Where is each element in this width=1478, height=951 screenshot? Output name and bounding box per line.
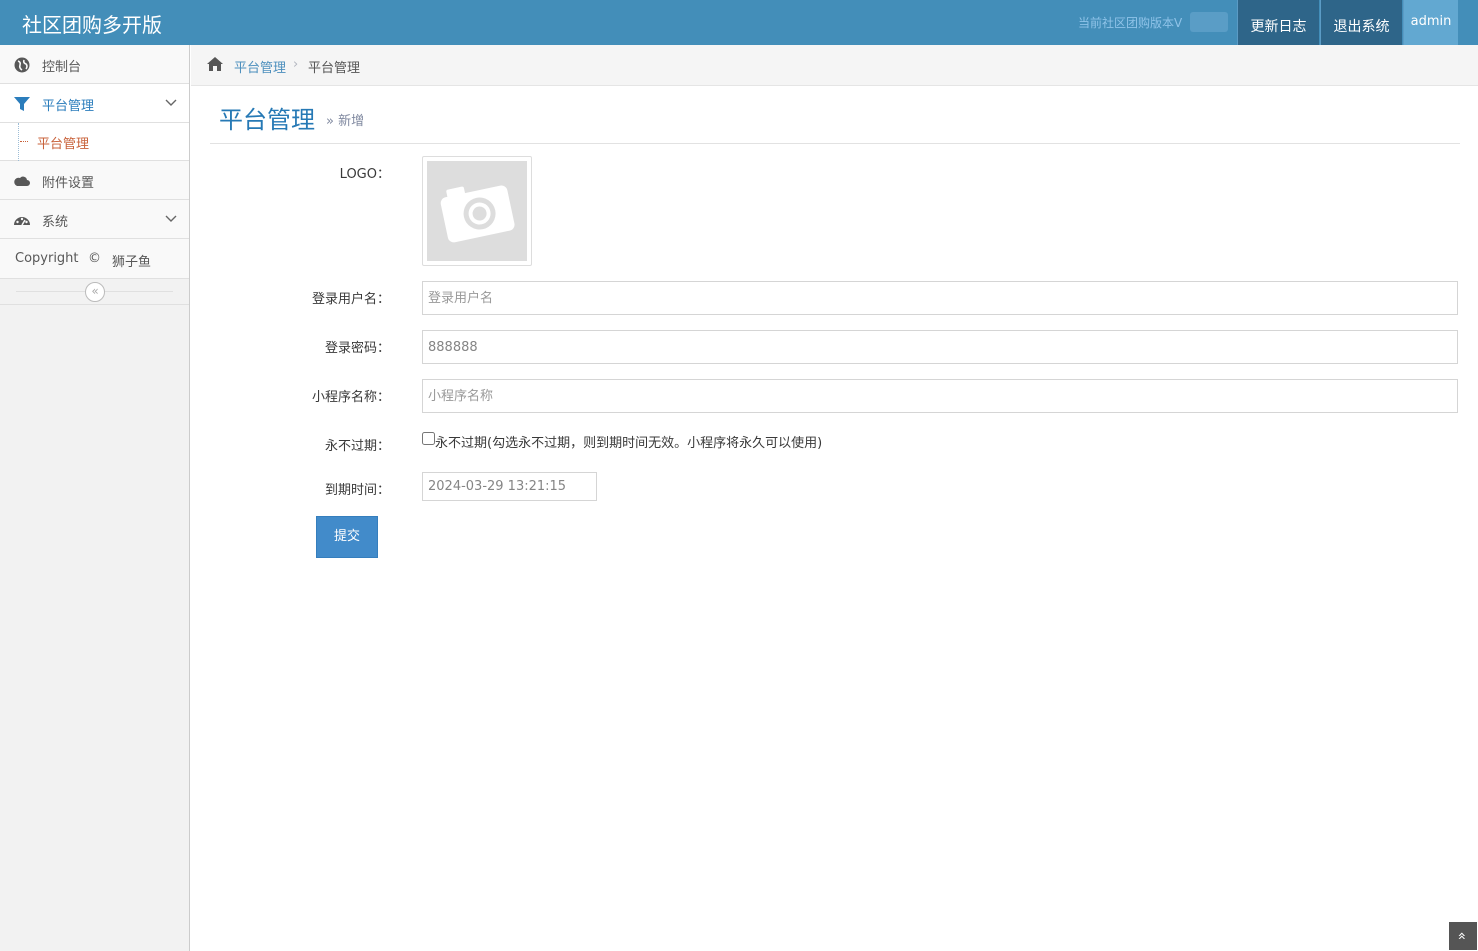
sidebar-item-system[interactable]: 系统 <box>0 200 189 239</box>
password-input[interactable] <box>422 330 1458 364</box>
never-expire-checkbox[interactable] <box>422 432 435 445</box>
sidebar-item-label: 平台管理 <box>42 99 95 114</box>
username-label: 登录用户名： <box>311 292 390 307</box>
changelog-button[interactable]: 更新日志 <box>1237 0 1319 45</box>
password-label: 登录密码： <box>324 341 390 356</box>
sidebar-item-platform[interactable]: 平台管理 <box>0 84 189 123</box>
sidebar-collapse-bar: « <box>0 279 189 305</box>
page-title: 平台管理 <box>219 106 315 134</box>
tree-line <box>18 123 19 161</box>
appname-label: 小程序名称： <box>311 390 390 405</box>
sidebar-item-console[interactable]: 控制台 <box>0 45 189 84</box>
dashboard-icon <box>14 217 30 226</box>
copyright-symbol: © <box>88 251 101 266</box>
page-subtitle: » 新增 <box>326 114 365 129</box>
expire-label: 到期时间： <box>324 483 390 498</box>
home-icon[interactable] <box>206 56 224 72</box>
username-input[interactable] <box>422 281 1458 315</box>
never-expire-label: 永不过期： <box>324 439 390 454</box>
sidebar-item-label: 控制台 <box>42 60 82 75</box>
submit-button[interactable]: 提交 <box>316 516 378 558</box>
logo-upload[interactable] <box>422 156 532 266</box>
logout-button[interactable]: 退出系统 <box>1320 0 1402 45</box>
sidebar-subitem-platform[interactable]: 平台管理 <box>0 123 189 161</box>
globe-icon <box>14 57 30 73</box>
tree-dash <box>20 141 28 142</box>
scroll-to-top-button[interactable]: » <box>1449 922 1477 950</box>
sidebar-subitem-label: 平台管理 <box>37 137 90 152</box>
breadcrumb-separator: › <box>293 57 299 72</box>
chevron-down-icon <box>165 215 177 222</box>
header-divider <box>210 143 1460 144</box>
user-menu-button[interactable]: admin <box>1403 0 1458 45</box>
never-expire-text[interactable]: 永不过期(勾选永不过期，则到期时间无效。小程序将永久可以使用) <box>435 432 822 451</box>
sidebar-item-attachment[interactable]: 附件设置 <box>0 161 189 200</box>
copyright-text: Copyright <box>15 251 79 266</box>
app-brand[interactable]: 社区团购多开版 <box>22 9 162 38</box>
breadcrumb-link[interactable]: 平台管理 <box>234 57 286 76</box>
breadcrumb-current: 平台管理 <box>308 61 361 76</box>
appname-input[interactable] <box>422 379 1458 413</box>
copyright-author: 狮子鱼 <box>112 255 152 270</box>
chevron-down-icon <box>165 99 177 106</box>
breadcrumb: 平台管理 › 平台管理 <box>191 45 1478 86</box>
filter-icon <box>14 97 30 111</box>
sidebar-item-label: 附件设置 <box>42 176 95 191</box>
logo-label: LOGO： <box>339 167 390 182</box>
version-number-blurred <box>1190 12 1228 32</box>
top-navbar: 社区团购多开版 当前社区团购版本V 更新日志 退出系统 admin <box>0 0 1478 45</box>
copyright: Copyright © 狮子鱼 <box>0 239 189 279</box>
camera-icon <box>427 161 527 261</box>
sidebar-item-label: 系统 <box>42 215 69 230</box>
sidebar: 控制台 平台管理 平台管理 附件设置 系统 Copyright © 狮子鱼 « <box>0 45 190 951</box>
cloud-icon <box>14 176 30 186</box>
collapse-sidebar-button[interactable]: « <box>85 282 105 302</box>
expire-date-input[interactable] <box>422 472 597 501</box>
version-text: 当前社区团购版本V <box>1078 16 1183 30</box>
